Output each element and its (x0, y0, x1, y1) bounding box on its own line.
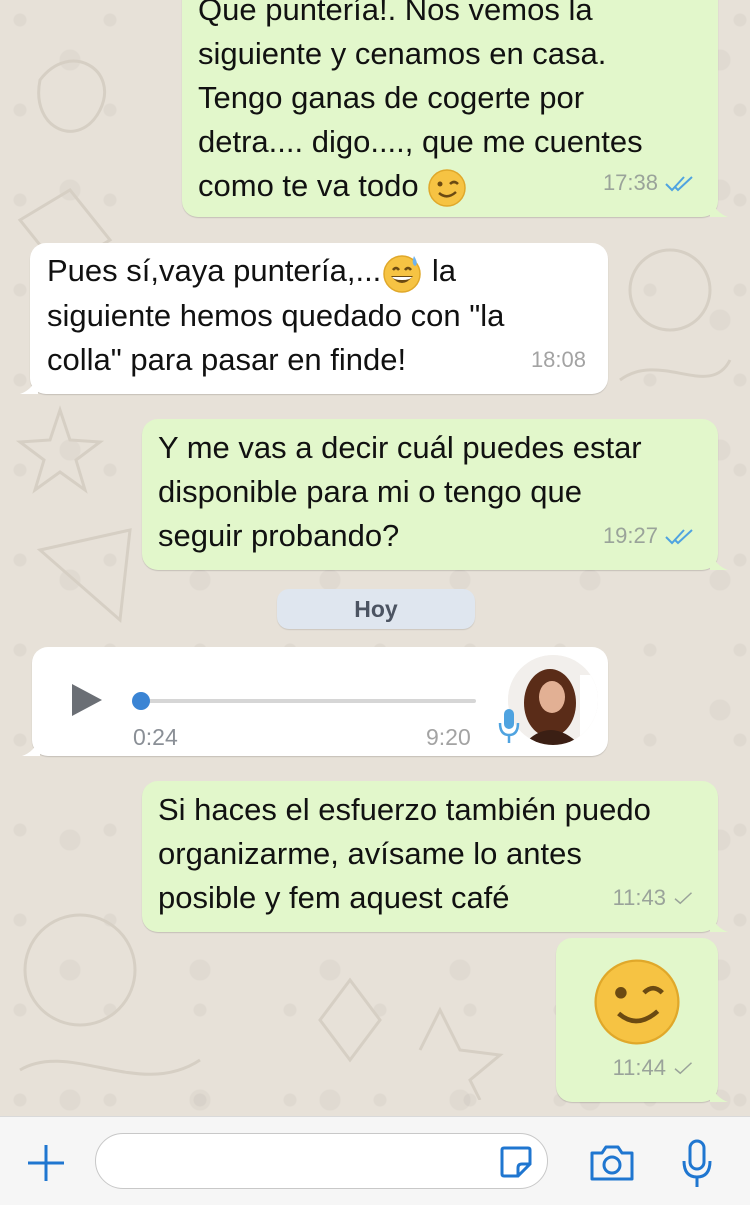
chat-input-bar (0, 1116, 750, 1205)
message-meta: 17:38 (603, 161, 696, 205)
wallpaper-doodle-icon (318, 977, 504, 1100)
voice-progress-thumb[interactable] (132, 692, 150, 710)
bubble-tail (710, 552, 728, 570)
voice-elapsed: 0:24 (133, 724, 178, 750)
message-time: 9:20 (426, 724, 471, 750)
message-time: 11:44 (612, 1055, 666, 1080)
message-meta: 18:08 (531, 338, 586, 382)
message-meta: 11:43 (613, 876, 696, 920)
grinning-sweat-emoji-icon (383, 255, 422, 293)
message-bubble-outgoing[interactable]: Si haces el esfuerzo también puedo organ… (142, 781, 728, 932)
message-bubble-incoming[interactable]: Pues sí,vaya puntería,... la siguiente h… (20, 243, 608, 394)
single-check-sent-icon (674, 1062, 693, 1075)
message-time: 17:38 (602, 170, 658, 195)
wallpaper-doodle-icon (619, 248, 732, 382)
bubble-tail (22, 738, 40, 756)
message-bubble-outgoing[interactable]: Que puntería!. Nos vemos la siguiente y … (182, 0, 728, 217)
message-text: Que puntería!. Nos vemos la siguiente y … (198, 0, 643, 203)
sticker-icon[interactable] (498, 1144, 534, 1180)
message-time: 18:08 (530, 347, 586, 372)
microphone-icon (498, 709, 520, 743)
date-separator: Hoy (277, 589, 475, 629)
message-bubble-outgoing[interactable]: 11:44 (556, 938, 728, 1102)
avatar[interactable] (508, 655, 598, 745)
winking-face-emoji-icon (428, 169, 466, 207)
message-bubble-outgoing[interactable]: Y me vas a decir cuál puedes estar dispo… (142, 419, 728, 570)
message-meta: 19:27 (603, 514, 696, 558)
camera-icon[interactable] (588, 1143, 636, 1183)
bubble-tail (710, 1084, 728, 1102)
bubble-tail (710, 199, 728, 217)
double-check-read-icon (665, 529, 693, 545)
message-content: Pues sí,vaya puntería,... la siguiente h… (47, 249, 588, 382)
message-text: Si haces el esfuerzo también puedo organ… (158, 792, 651, 915)
single-check-sent-icon (674, 892, 693, 905)
microphone-icon[interactable] (680, 1139, 714, 1189)
voice-progress-track[interactable] (133, 699, 476, 703)
double-check-read-icon (665, 176, 693, 192)
winking-face-emoji-icon (594, 959, 680, 1045)
message-input[interactable] (95, 1133, 548, 1189)
message-text: Y me vas a decir cuál puedes estar dispo… (158, 430, 642, 553)
message-text: Pues sí,vaya puntería,... (47, 253, 382, 288)
play-icon[interactable] (70, 682, 104, 718)
plus-icon[interactable] (26, 1143, 66, 1183)
bubble-tail (20, 376, 38, 394)
voice-message-bubble[interactable]: 0:24 9:20 (22, 647, 608, 756)
message-meta: 11:44 (613, 1046, 696, 1090)
message-time: 11:43 (612, 885, 666, 910)
bubble-tail (710, 914, 728, 932)
avatar-photo (508, 655, 598, 745)
message-time: 19:27 (602, 523, 658, 548)
